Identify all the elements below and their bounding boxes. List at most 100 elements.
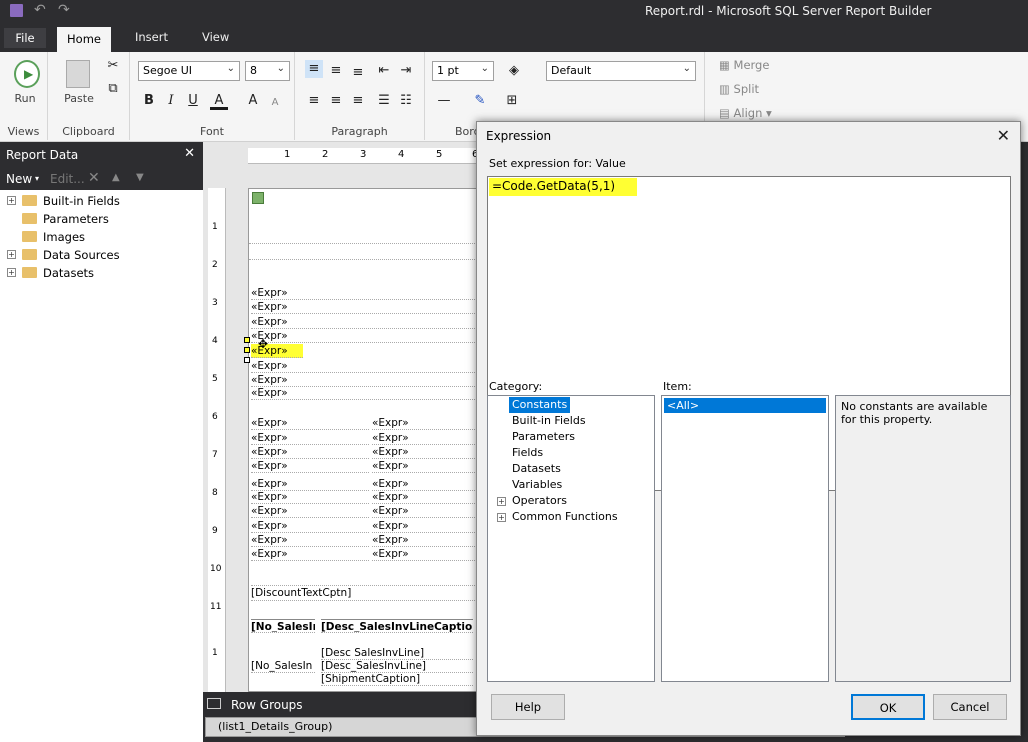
- font-size-select[interactable]: 8 ⌄: [245, 61, 290, 81]
- split-button[interactable]: ▥ Split: [719, 82, 759, 96]
- move-up-icon[interactable]: ▲: [112, 172, 120, 183]
- italic-icon[interactable]: I: [162, 92, 180, 110]
- tree-item-images[interactable]: Images: [0, 228, 203, 246]
- resize-handle[interactable]: [244, 357, 250, 363]
- borders-icon[interactable]: ⊞: [503, 92, 521, 110]
- category-built-in-fields[interactable]: Built-in Fields: [512, 413, 586, 429]
- category-constants[interactable]: Constants: [509, 397, 571, 413]
- category-fields[interactable]: Fields: [512, 445, 543, 461]
- no-cell[interactable]: [No_SalesIn: [251, 659, 315, 673]
- expand-icon[interactable]: +: [497, 513, 506, 522]
- expr-cell[interactable]: «Expr»: [251, 477, 369, 491]
- expr-cell[interactable]: «Expr»: [372, 416, 477, 430]
- expr-cell[interactable]: «Expr»: [251, 445, 369, 459]
- expr-cell[interactable]: «Expr»: [372, 477, 477, 491]
- tree-item-parameters[interactable]: Parameters: [0, 210, 203, 228]
- resize-handle[interactable]: [244, 347, 250, 353]
- expr-cell[interactable]: «Expr»: [251, 416, 369, 430]
- grow-font-icon[interactable]: A: [244, 92, 262, 110]
- resize-handle[interactable]: [244, 337, 250, 343]
- report-page[interactable]: «Expr» «Expr» «Expr» «Expr» «Expr» «Expr…: [248, 188, 479, 692]
- expr-cell[interactable]: «Expr»: [251, 300, 477, 314]
- tab-home[interactable]: Home: [57, 27, 111, 52]
- expr-cell[interactable]: «Expr»: [251, 286, 477, 300]
- close-icon[interactable]: ✕: [184, 146, 195, 161]
- align-button[interactable]: ▤ Align ▾: [719, 106, 772, 120]
- font-color-icon[interactable]: A: [210, 92, 228, 110]
- expr-cell[interactable]: «Expr»: [251, 459, 369, 473]
- expand-icon[interactable]: +: [497, 497, 506, 506]
- expr-cell[interactable]: «Expr»: [251, 490, 369, 504]
- tab-insert[interactable]: Insert: [135, 30, 168, 44]
- category-common-functions[interactable]: Common Functions: [512, 509, 618, 525]
- merge-button[interactable]: ▦ Merge: [719, 58, 769, 72]
- expand-icon[interactable]: +: [7, 196, 16, 205]
- expr-cell[interactable]: «Expr»: [251, 359, 477, 373]
- desc-cell[interactable]: [Desc_SalesInvLine]: [321, 659, 473, 673]
- edit-button[interactable]: Edit...: [50, 172, 85, 186]
- category-parameters[interactable]: Parameters: [512, 429, 575, 445]
- expr-cell[interactable]: «Expr»: [251, 329, 477, 343]
- expr-cell[interactable]: «Expr»: [251, 431, 369, 445]
- category-variables[interactable]: Variables: [512, 477, 562, 493]
- header-cell[interactable]: [No_SalesIr: [251, 619, 315, 633]
- font-family-select[interactable]: Segoe UI ⌄: [138, 61, 240, 81]
- expr-cell[interactable]: «Expr»: [372, 459, 477, 473]
- dropdown-arrow-icon[interactable]: ▾: [35, 174, 39, 183]
- expr-cell[interactable]: «Expr»: [372, 490, 477, 504]
- help-button[interactable]: Help: [491, 694, 565, 720]
- shrink-font-icon[interactable]: A: [266, 94, 284, 112]
- paste-icon[interactable]: [66, 60, 90, 88]
- expr-cell[interactable]: «Expr»: [372, 519, 477, 533]
- align-center-icon[interactable]: ≡: [327, 92, 345, 110]
- run-icon[interactable]: ▶: [14, 60, 40, 88]
- header-cell[interactable]: [Desc_SalesInvLineCaption: [321, 619, 473, 633]
- run-button[interactable]: Run: [8, 92, 42, 105]
- close-icon[interactable]: ✕: [997, 126, 1010, 145]
- fill-color-icon[interactable]: ◈: [505, 62, 523, 80]
- tree-item-built-in-fields[interactable]: + Built-in Fields: [0, 192, 203, 210]
- underline-icon[interactable]: U: [184, 92, 202, 110]
- numbering-icon[interactable]: ☷: [397, 92, 415, 110]
- expr-cell[interactable]: «Expr»: [251, 533, 369, 547]
- align-bottom-icon[interactable]: ≡: [349, 64, 367, 82]
- align-top-icon[interactable]: ≡: [305, 60, 323, 78]
- expand-icon[interactable]: +: [7, 250, 16, 259]
- align-middle-icon[interactable]: ≡: [327, 62, 345, 80]
- expr-cell[interactable]: «Expr»: [251, 547, 369, 561]
- delete-icon[interactable]: ✕: [88, 170, 100, 186]
- expr-cell[interactable]: «Expr»: [372, 504, 477, 518]
- align-right-icon[interactable]: ≡: [349, 92, 367, 110]
- save-icon[interactable]: [10, 4, 23, 17]
- new-button[interactable]: New: [6, 172, 32, 186]
- desc-cell[interactable]: [Desc SalesInvLine]: [321, 646, 473, 660]
- item-all[interactable]: <All>: [664, 398, 826, 413]
- expr-cell[interactable]: «Expr»: [251, 386, 477, 400]
- cut-icon[interactable]: ✂: [104, 57, 122, 75]
- move-icon[interactable]: ✥: [258, 337, 268, 351]
- expression-text[interactable]: =Code.GetData(5,1): [489, 178, 638, 196]
- discount-cell[interactable]: [DiscountTextCptn]: [251, 585, 477, 601]
- tree-item-datasets[interactable]: + Datasets: [0, 264, 203, 282]
- category-datasets[interactable]: Datasets: [512, 461, 561, 477]
- increase-indent-icon[interactable]: ⇥: [397, 62, 415, 80]
- tab-view[interactable]: View: [202, 30, 229, 44]
- move-down-icon[interactable]: ▼: [136, 172, 144, 183]
- expr-cell[interactable]: «Expr»: [372, 533, 477, 547]
- category-operators[interactable]: Operators: [512, 493, 567, 509]
- expr-cell[interactable]: «Expr»: [251, 373, 477, 387]
- number-format-select[interactable]: Default ⌄: [546, 61, 696, 81]
- expr-cell[interactable]: «Expr»: [251, 504, 369, 518]
- expr-cell[interactable]: «Expr»: [372, 431, 477, 445]
- border-width-select[interactable]: 1 pt ⌄: [432, 61, 494, 81]
- expr-cell[interactable]: «Expr»: [251, 519, 369, 533]
- copy-icon[interactable]: ⧉: [104, 80, 122, 98]
- decrease-indent-icon[interactable]: ⇤: [375, 62, 393, 80]
- ok-button[interactable]: OK: [851, 694, 925, 720]
- category-tree[interactable]: Constants Built-in Fields Parameters Fie…: [487, 395, 655, 682]
- bold-icon[interactable]: B: [140, 92, 158, 110]
- expr-cell[interactable]: «Expr»: [251, 315, 477, 329]
- item-list[interactable]: <All>: [661, 395, 829, 682]
- redo-icon[interactable]: ↷: [58, 2, 70, 18]
- expr-cell[interactable]: «Expr»: [372, 547, 477, 561]
